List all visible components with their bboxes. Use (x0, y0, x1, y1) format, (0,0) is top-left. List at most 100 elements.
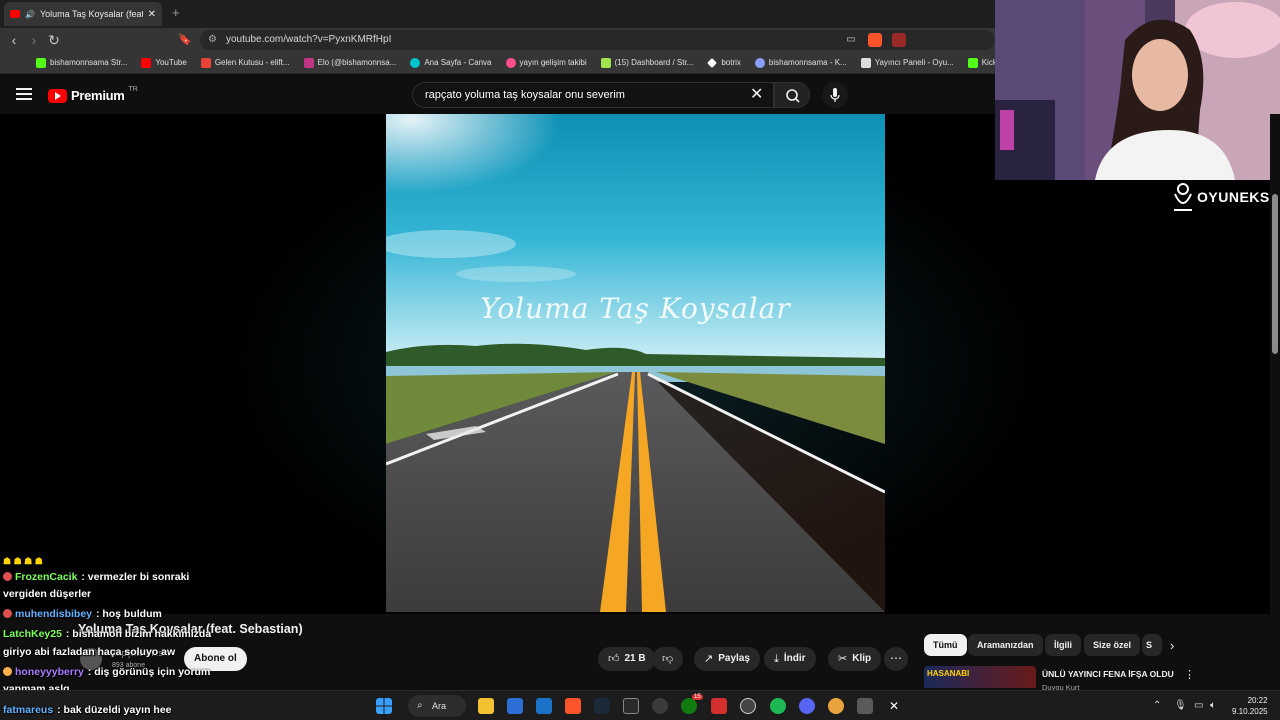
rewards-icon[interactable] (892, 33, 906, 47)
search-input[interactable]: rapçato yoluma taş koysalar onu severim (412, 82, 774, 108)
speaker-icon[interactable]: 🔊 (25, 10, 35, 19)
tab-close-icon[interactable]: ✕ (148, 9, 156, 20)
store-icon[interactable] (507, 698, 523, 714)
bookmark-item[interactable]: (15) Dashboard / Str... (600, 57, 694, 68)
bookmark-label: yayın gelişim takibi (519, 58, 587, 67)
hamburger-menu-icon[interactable] (16, 88, 32, 100)
bookmark-label: YouTube (155, 58, 187, 67)
bookmark-item[interactable]: botrix (707, 57, 741, 68)
app-icon[interactable] (857, 698, 873, 714)
app-icon[interactable] (711, 698, 727, 714)
microphone-icon[interactable]: 🎙︎ (1174, 700, 1187, 711)
spotify-icon[interactable] (770, 698, 786, 714)
bookmark-item[interactable]: Ana Sayfa - Canva (410, 57, 492, 68)
tray-chevron-icon[interactable]: ⌃ (1153, 700, 1161, 711)
youtube-play-icon (48, 88, 67, 103)
chevron-right-icon[interactable]: › (1170, 638, 1174, 653)
bookmark-label: (15) Dashboard / Str... (614, 58, 694, 67)
brand-logo-icon (1174, 183, 1192, 211)
chip-for-you[interactable]: Size özel (1084, 634, 1141, 656)
download-label: İndir (783, 653, 806, 664)
reload-icon[interactable]: ↻ (46, 32, 62, 48)
capcut-icon[interactable]: ✕ (886, 698, 902, 714)
bookmark-label: Yayıncı Paneli - Oyu... (874, 58, 954, 67)
bookmark-item[interactable]: YouTube (141, 57, 187, 68)
chrome-icon[interactable] (828, 698, 844, 714)
steam-icon[interactable] (594, 698, 610, 714)
voice-search-button[interactable] (822, 82, 848, 108)
chat-username: muhendisbibey (15, 608, 93, 620)
network-icon[interactable]: ▭ (1194, 700, 1203, 711)
chip-from-search[interactable]: Aramanızdan (968, 634, 1043, 656)
app-icon[interactable] (652, 698, 668, 714)
bookmark-item[interactable]: bishamonnsama Str... (36, 57, 128, 68)
browser-tab[interactable]: 🔊 Yoluma Taş Koysalar (feat. Seb ✕ (4, 2, 162, 26)
site-info-icon[interactable]: ⚙ (208, 30, 217, 50)
chat-text: : bishamon bizim hakkımızda (65, 628, 212, 640)
kebab-menu-icon[interactable]: ⋮ (1184, 668, 1195, 681)
download-button[interactable]: ⤓ İndir (764, 647, 816, 671)
bookmark-item[interactable]: Gelen Kutusu - elift... (200, 57, 290, 68)
obs-icon[interactable] (740, 698, 756, 714)
clear-search-icon[interactable]: ✕ (750, 87, 763, 103)
bookmark-item[interactable]: Elo (@bishamonnsa... (303, 57, 396, 68)
clip-button[interactable]: ✂ Klip (828, 647, 882, 671)
chat-username: FrozenCacik (15, 571, 78, 583)
chip-overflow[interactable]: S (1142, 634, 1162, 656)
recommendation-title[interactable]: ÜNLÜ YAYINCI FENA İFŞA OLDU (1042, 669, 1174, 679)
bookmark-item[interactable]: Yayıncı Paneli - Oyu... (860, 57, 954, 68)
recommendation-thumbnail[interactable]: HASANABI (924, 666, 1036, 688)
back-icon[interactable]: ‹ (6, 32, 22, 48)
bookmark-label: bishamonnsama Str... (50, 58, 128, 67)
share-button[interactable]: ↗ Paylaş (694, 647, 760, 671)
more-actions-button[interactable]: ⋯ (884, 647, 908, 671)
url-text: youtube.com/watch?v=PyxnKMRfHpI (226, 34, 392, 45)
windows-start-icon[interactable] (376, 698, 392, 714)
bookmark-favicon-icon (505, 57, 516, 68)
brave-icon[interactable] (565, 698, 581, 714)
taskbar-search[interactable]: ⌕ Ara (408, 695, 466, 717)
bookmark-item[interactable]: yayın gelişim takibi (505, 57, 587, 68)
bookmark-favicon-icon (754, 57, 765, 68)
like-button[interactable]: 👍︎ 21 B (598, 647, 656, 671)
clock-date: 9.10.2025 (1232, 707, 1268, 716)
notification-badge: 15 (692, 694, 703, 700)
download-icon: ⤓ (774, 653, 779, 665)
bookmark-label: Ana Sayfa - Canva (424, 58, 492, 67)
taskbar-search-label: Ara (432, 701, 447, 711)
chip-related[interactable]: İlgili (1045, 634, 1081, 656)
xbox-icon[interactable] (681, 698, 697, 714)
file-explorer-icon[interactable] (478, 698, 494, 714)
bookmark-icon[interactable]: 🔖 (177, 32, 193, 48)
discord-icon[interactable] (799, 698, 815, 714)
video-player[interactable]: Yoluma Taş Koysalar (0, 114, 1270, 614)
chat-emotes: ☗ ☗ ☗ ☗ (3, 556, 43, 566)
forward-icon[interactable]: › (26, 32, 42, 48)
bookmark-favicon-icon (141, 57, 152, 68)
brave-shield-icon[interactable] (868, 33, 882, 47)
new-tab-button[interactable]: + (172, 5, 180, 20)
clip-label: Klip (852, 653, 872, 664)
system-clock[interactable]: 20:22 9.10.2025 (1232, 695, 1268, 717)
volume-icon[interactable]: 🔈︎ (1210, 700, 1216, 711)
search-button[interactable] (774, 82, 810, 108)
thumbs-down-icon: 👎︎ (662, 653, 674, 665)
thumbnail-text: HASANABI (927, 669, 970, 678)
bookmark-label: botrix (721, 58, 741, 67)
youtube-premium-logo[interactable]: Premium TR (48, 86, 138, 103)
scrollbar-thumb[interactable] (1272, 194, 1278, 354)
chip-all[interactable]: Tümü (924, 634, 967, 656)
like-count: 21 B (624, 653, 646, 664)
page-scrollbar[interactable] (1270, 114, 1280, 720)
stream-brand-overlay: OYUNEKS (1172, 182, 1270, 212)
epic-games-icon[interactable] (623, 698, 639, 714)
cast-icon[interactable]: ▭ (843, 32, 859, 48)
chat-message: FrozenCacik : vermezler bi sonraki (3, 571, 189, 584)
outlook-icon[interactable] (536, 698, 552, 714)
bookmark-favicon-icon (967, 57, 978, 68)
road-artwork (386, 114, 885, 612)
microphone-icon (830, 88, 840, 102)
dislike-button[interactable]: 👎︎ (652, 647, 684, 671)
bookmark-item[interactable]: bishamonnsama - K... (754, 57, 847, 68)
chat-message: fatmareus : bak düzeldi yayın hee (3, 704, 172, 717)
